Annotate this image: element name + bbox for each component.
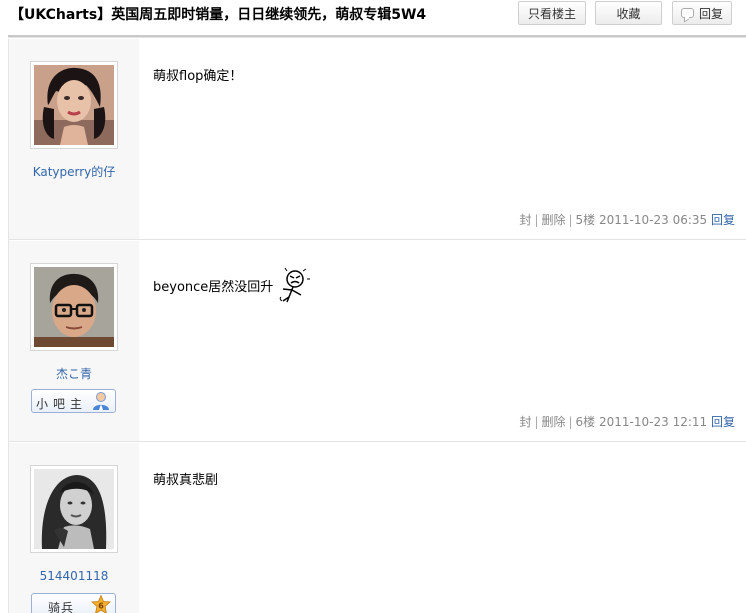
reply-link[interactable]: 回复 [711, 415, 735, 429]
floor-number: 5楼 [575, 213, 596, 227]
post-meta: 封 | 删除 | 5楼 2011-10-23 06:35 回复 [519, 213, 735, 227]
stickman-emoticon-icon [280, 267, 311, 303]
thread-header: 【UKCharts】英国周五即时销量，日日继续领先，萌叔专辑5W4 只看楼主 收… [0, 0, 746, 34]
badge-label: 小吧主 [36, 397, 88, 411]
author-sidebar: 杰こ青 小吧主 [9, 241, 139, 441]
post-time: 2011-10-23 12:11 [599, 415, 708, 429]
comment-bubble-icon [680, 8, 694, 18]
moderator-badge[interactable]: 小吧主 [31, 389, 116, 413]
reply-button-label: 回复 [698, 6, 723, 21]
post-text: beyonce居然没回升 [153, 279, 274, 295]
post-content: 萌叔真悲剧 [153, 473, 219, 488]
block-link[interactable]: 封 [519, 213, 531, 227]
delete-link[interactable]: 删除 [541, 213, 565, 227]
level-star-icon: 6 [91, 595, 111, 613]
delete-link[interactable]: 删除 [541, 415, 565, 429]
only-op-button[interactable]: 只看楼主 [518, 1, 586, 25]
level-number: 6 [98, 602, 104, 611]
reply-button[interactable]: 回复 [672, 1, 732, 25]
author-username[interactable]: 514401118 [9, 569, 139, 583]
favorite-button[interactable]: 收藏 [595, 1, 662, 25]
badge-label: 骑兵 [48, 601, 75, 613]
post-time: 2011-10-23 06:35 [599, 213, 708, 227]
floor-number: 6楼 [575, 415, 596, 429]
post-content: beyonce居然没回升 [153, 267, 311, 303]
post-floor-5: Katyperry的仔 萌叔flop确定！ 封 | 删除 | 5楼 2011-10-23… [9, 39, 746, 240]
author-username[interactable]: Katyperry的仔 [9, 163, 139, 180]
avatar-image [34, 267, 114, 347]
avatar-image [34, 65, 114, 145]
author-sidebar: 514401118 骑兵 6 [9, 443, 139, 613]
author-username[interactable]: 杰こ青 [9, 365, 139, 382]
avatar-image [34, 469, 114, 549]
level-badge[interactable]: 骑兵 6 [31, 593, 116, 613]
thread-title: 【UKCharts】英国周五即时销量，日日继续领先，萌叔专辑5W4 [10, 7, 427, 23]
avatar[interactable] [30, 263, 118, 351]
header-divider [8, 35, 746, 38]
user-person-icon [93, 392, 109, 410]
reply-link[interactable]: 回复 [711, 213, 735, 227]
avatar[interactable] [30, 465, 118, 553]
post-floor-7: 514401118 骑兵 6 萌叔真悲剧 [9, 443, 746, 613]
block-link[interactable]: 封 [519, 415, 531, 429]
post-meta: 封 | 删除 | 6楼 2011-10-23 12:11 回复 [519, 415, 735, 429]
author-sidebar: Katyperry的仔 [9, 39, 139, 239]
post-floor-6: 杰こ青 小吧主 beyonce居然没回升 封 | 删除 | 6楼 2011-10… [9, 241, 746, 442]
avatar[interactable] [30, 61, 118, 149]
post-content: 萌叔flop确定！ [153, 69, 243, 84]
post-list: Katyperry的仔 萌叔flop确定！ 封 | 删除 | 5楼 2011-10-23… [8, 39, 746, 613]
